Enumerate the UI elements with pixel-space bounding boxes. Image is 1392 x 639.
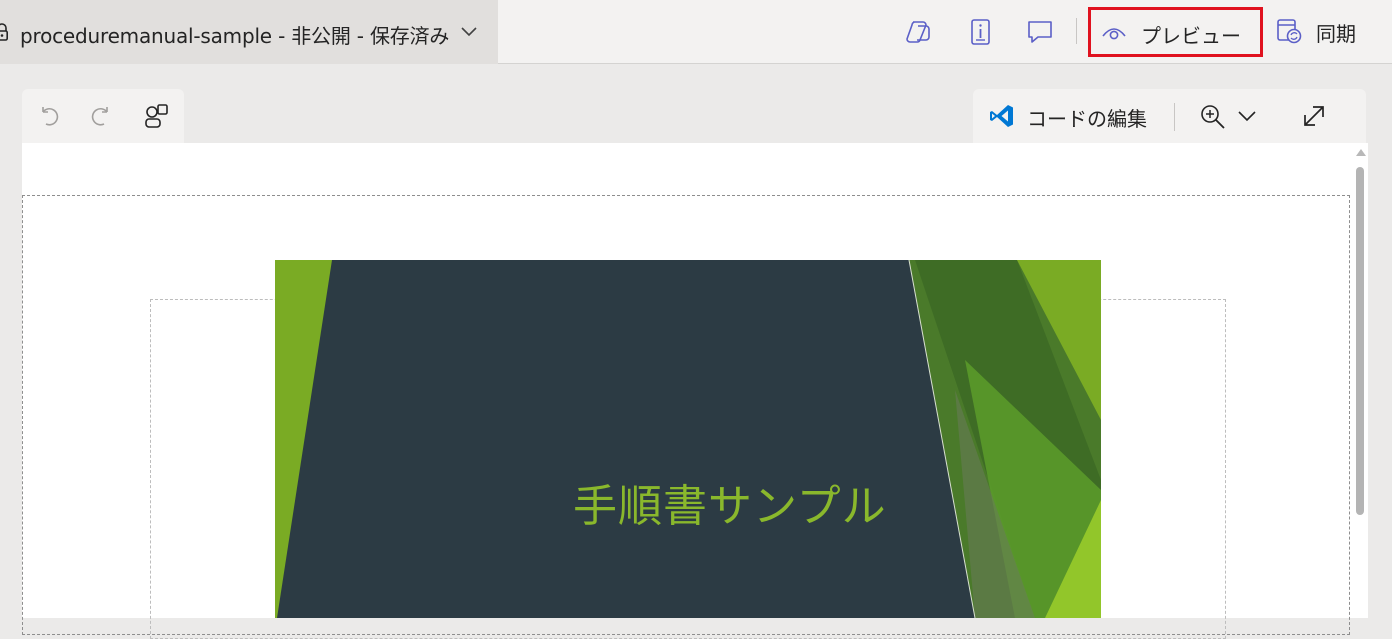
- scroll-up-arrow-icon[interactable]: [1356, 149, 1366, 156]
- redo-icon[interactable]: [86, 101, 116, 131]
- slide-background: [275, 260, 1101, 618]
- zoom-in-icon[interactable]: [1199, 103, 1227, 131]
- chevron-down-icon[interactable]: [1237, 107, 1257, 125]
- lock-icon: [0, 23, 8, 41]
- editor-canvas[interactable]: 手順書サンプル: [22, 143, 1352, 639]
- document-title: proceduremanual-sample - 非公開 - 保存済み: [20, 24, 450, 48]
- code-edit-label: コードの編集: [1027, 107, 1147, 131]
- info-icon[interactable]: [966, 18, 996, 46]
- scroll-thumb[interactable]: [1356, 167, 1364, 515]
- sync-button[interactable]: 同期: [1276, 16, 1386, 48]
- document-title-menu[interactable]: proceduremanual-sample - 非公開 - 保存済み: [0, 0, 498, 64]
- preview-label: プレビュー: [1141, 24, 1241, 48]
- toolbar-divider: [1174, 103, 1175, 131]
- copilot-icon[interactable]: [904, 18, 934, 46]
- comment-icon[interactable]: [1025, 18, 1055, 46]
- vscode-icon: [990, 105, 1013, 127]
- undo-icon[interactable]: [34, 101, 64, 131]
- chevron-down-icon[interactable]: [460, 24, 478, 40]
- expand-icon[interactable]: [1301, 103, 1327, 129]
- edit-toolbar: [22, 89, 184, 145]
- toolbar-divider: [1076, 18, 1077, 44]
- view-toolbar: コードの編集: [973, 89, 1366, 145]
- eye-icon: [1102, 28, 1126, 40]
- slide-title: 手順書サンプル: [573, 481, 887, 532]
- preview-button[interactable]: プレビュー: [1088, 7, 1263, 57]
- slide-thumbnail[interactable]: 手順書サンプル: [275, 260, 1101, 618]
- sync-icon: [1277, 19, 1302, 44]
- vertical-scrollbar[interactable]: [1352, 143, 1368, 618]
- shapes-icon[interactable]: [142, 101, 172, 131]
- top-bar: proceduremanual-sample - 非公開 - 保存済み プレビュ…: [0, 0, 1392, 64]
- sync-label: 同期: [1316, 22, 1356, 46]
